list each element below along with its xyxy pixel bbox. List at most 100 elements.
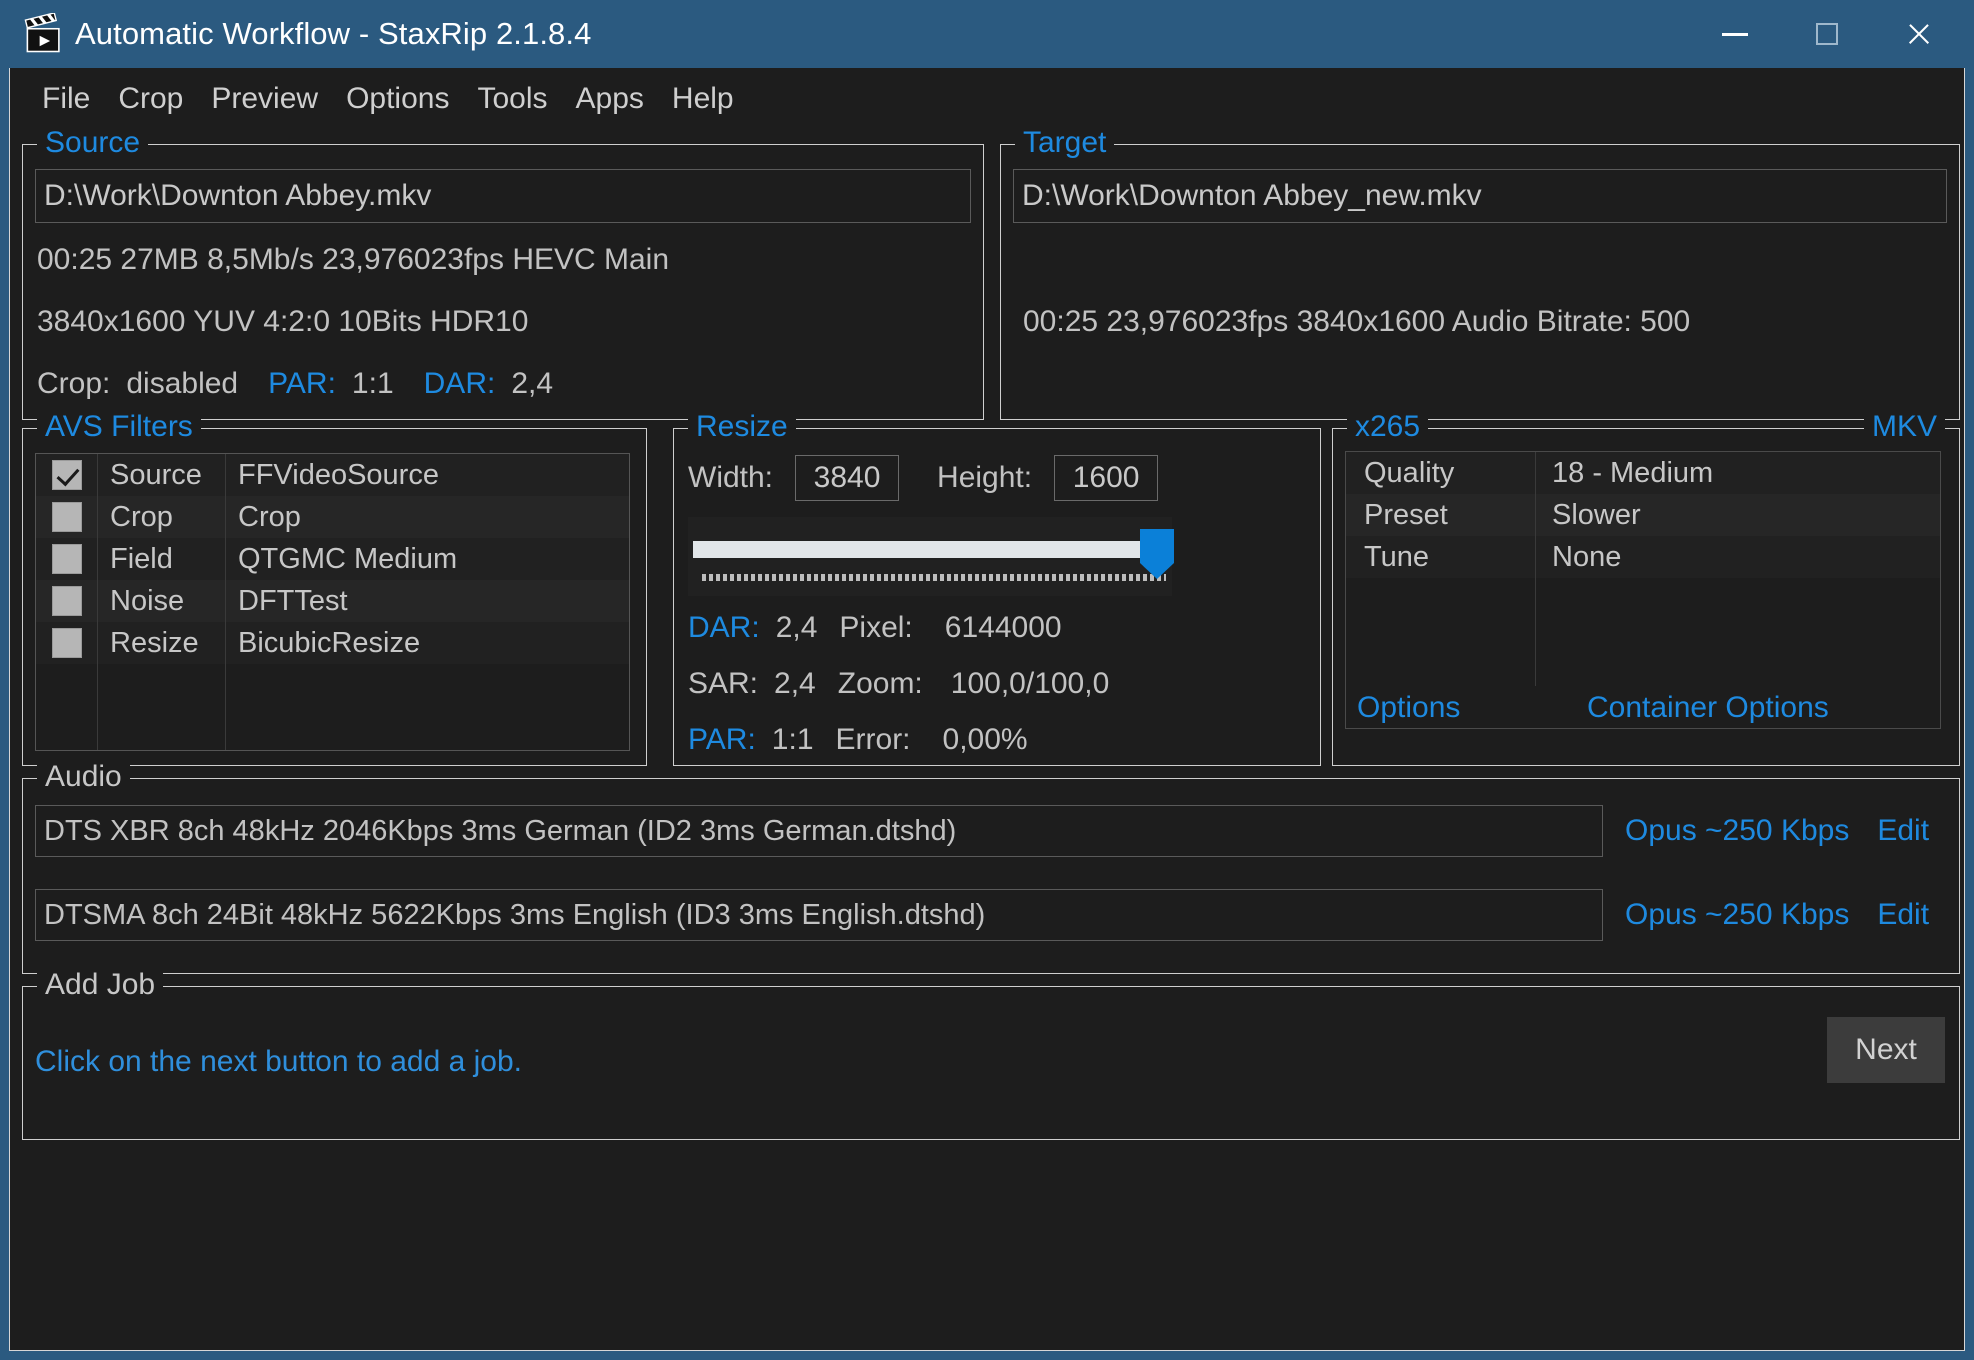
resize-slider[interactable] [688,517,1172,596]
source-dar-label[interactable]: DAR: [424,367,496,401]
menu-options[interactable]: Options [332,78,463,120]
source-dar-value: 2,4 [511,367,553,401]
next-button[interactable]: Next [1827,1017,1945,1083]
encoder-settings-table[interactable]: Quality 18 - Medium Preset Slower Tune N… [1345,451,1941,729]
source-par-label[interactable]: PAR: [268,367,336,401]
encoder-setting-value[interactable]: None [1536,536,1940,578]
avs-checkbox-resize[interactable] [52,628,82,658]
menu-help[interactable]: Help [658,78,748,120]
menu-apps[interactable]: Apps [562,78,658,120]
menu-bar: File Crop Preview Options Tools Apps Hel… [10,68,1964,130]
height-label: Height: [937,461,1032,495]
resize-zoom-value: 100,0/100,0 [951,667,1109,701]
avs-filter-value[interactable]: Crop [226,496,629,538]
add-job-message: Click on the next button to add a job. [35,1045,522,1079]
avs-filter-category: Noise [98,580,226,622]
avs-checkbox-cell[interactable] [36,580,98,622]
audio-edit-link[interactable]: Edit [1877,814,1929,848]
resize-pixel-value: 6144000 [945,611,1062,645]
menu-tools[interactable]: Tools [463,78,561,120]
encoder-legend[interactable]: x265 [1347,410,1428,444]
avs-checkbox-crop[interactable] [52,502,82,532]
close-icon [1906,21,1932,47]
avs-filter-value[interactable]: DFTTest [226,580,629,622]
target-panel: Target D:\Work\Downton Abbey_new.mkv 00:… [1000,144,1960,420]
table-row[interactable]: Quality 18 - Medium [1346,452,1940,494]
avs-checkbox-noise[interactable] [52,586,82,616]
window-controls [1689,0,1965,68]
avs-checkbox-cell[interactable] [36,538,98,580]
close-button[interactable] [1873,0,1965,68]
target-path-field[interactable]: D:\Work\Downton Abbey_new.mkv [1013,169,1947,223]
encoder-options-link[interactable]: Options [1357,691,1460,725]
resize-legend: Resize [688,410,796,444]
avs-checkbox-cell[interactable] [36,622,98,664]
encoder-setting-value[interactable]: 18 - Medium [1536,452,1940,494]
encoder-setting-key: Tune [1346,536,1536,578]
audio-track-description[interactable]: DTSMA 8ch 24Bit 48kHz 5622Kbps 3ms Engli… [35,889,1603,941]
resize-par-value: 1:1 [772,723,814,757]
avs-filter-category: Source [98,454,226,496]
table-row[interactable]: Noise DFTTest [36,580,629,622]
avs-filter-value[interactable]: BicubicResize [226,622,629,664]
table-row[interactable]: Tune None [1346,536,1940,578]
title-bar[interactable]: Automatic Workflow - StaxRip 2.1.8.4 [9,0,1965,68]
source-crop-line: Crop: disabled PAR: 1:1 DAR: 2,4 [37,367,553,401]
maximize-button[interactable] [1781,0,1873,68]
encoder-setting-key: Preset [1346,494,1536,536]
table-row[interactable]: Crop Crop [36,496,629,538]
menu-file[interactable]: File [28,78,104,120]
source-panel: Source D:\Work\Downton Abbey.mkv 00:25 2… [22,144,984,420]
audio-track-description[interactable]: DTS XBR 8ch 48kHz 2046Kbps 3ms German (I… [35,805,1603,857]
source-path-field[interactable]: D:\Work\Downton Abbey.mkv [35,169,971,223]
add-job-panel: Add Job Click on the next button to add … [22,986,1960,1140]
minimize-icon [1722,33,1748,36]
audio-codec-link[interactable]: Opus ~250 Kbps [1625,814,1849,848]
avs-checkbox-field[interactable] [52,544,82,574]
avs-filter-value[interactable]: FFVideoSource [226,454,629,496]
avs-filters-table[interactable]: Source FFVideoSource Crop Crop Field QTG… [35,453,630,751]
avs-filter-category: Resize [98,622,226,664]
table-row[interactable]: Field QTGMC Medium [36,538,629,580]
resize-par-row: PAR: 1:1 Error: 0,00% [688,723,1028,757]
audio-codec-link[interactable]: Opus ~250 Kbps [1625,898,1849,932]
source-crop-label: Crop: [37,367,110,401]
clapperboard-icon [23,13,65,55]
resize-sar-row: SAR: 2,4 Zoom: 100,0/100,0 [688,667,1109,701]
source-par-value: 1:1 [352,367,394,401]
target-info-line: 00:25 23,976023fps 3840x1600 Audio Bitra… [1023,305,1690,339]
resize-error-value: 0,00% [943,723,1028,757]
width-input[interactable]: 3840 [795,455,899,501]
source-crop-value: disabled [126,367,238,401]
source-legend: Source [37,126,148,160]
table-row[interactable]: Source FFVideoSource [36,454,629,496]
avs-filters-legend: AVS Filters [37,410,201,444]
table-row[interactable]: Resize BicubicResize [36,622,629,664]
avs-filter-value[interactable]: QTGMC Medium [226,538,629,580]
width-label: Width: [688,461,773,495]
resize-dar-label[interactable]: DAR: [688,611,760,645]
resize-sar-value: 2,4 [774,667,816,701]
audio-edit-link[interactable]: Edit [1877,898,1929,932]
resize-slider-ticks [702,574,1166,581]
encoder-panel: x265 MKV Quality 18 - Medium Preset Slow… [1332,428,1960,766]
encoder-setting-value[interactable]: Slower [1536,494,1940,536]
container-legend[interactable]: MKV [1864,410,1945,444]
resize-pixel-label: Pixel: [839,611,912,645]
avs-checkbox-cell[interactable] [36,496,98,538]
resize-sar-label: SAR: [688,667,758,701]
avs-filters-panel: AVS Filters Source FFVideoSource Crop Cr… [22,428,647,766]
avs-table-empty-area [36,664,629,751]
table-row[interactable]: Preset Slower [1346,494,1940,536]
menu-preview[interactable]: Preview [197,78,332,120]
menu-crop[interactable]: Crop [104,78,197,120]
avs-checkbox-cell[interactable] [36,454,98,496]
resize-slider-track[interactable] [693,541,1167,558]
resize-par-label[interactable]: PAR: [688,723,756,757]
avs-checkbox-source[interactable] [52,460,82,490]
container-options-link[interactable]: Container Options [1587,691,1829,725]
resize-slider-thumb[interactable] [1140,529,1174,579]
height-input[interactable]: 1600 [1054,455,1158,501]
encoder-table-empty-area [1346,578,1940,686]
minimize-button[interactable] [1689,0,1781,68]
